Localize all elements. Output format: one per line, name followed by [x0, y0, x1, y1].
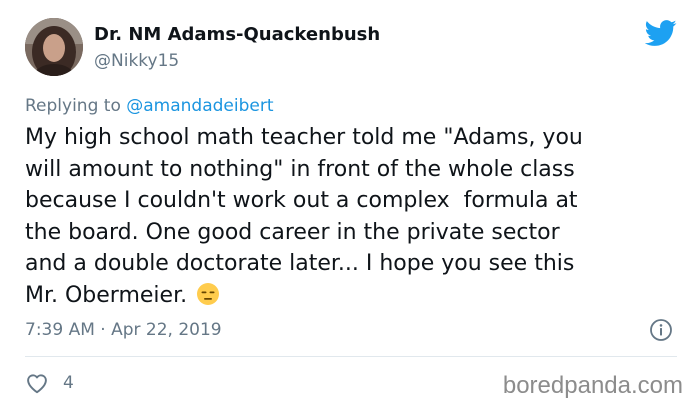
reply-mention-link[interactable]: @amandadeibert: [126, 96, 273, 116]
tweet-text-line: the board. One good career in the privat…: [25, 219, 560, 245]
tweet-text-line: and a double doctorate later... I hope y…: [25, 251, 575, 276]
twitter-bird-icon[interactable]: [644, 17, 677, 49]
replying-to-label: Replying to: [25, 96, 127, 116]
tweet-text-line: Mr. Obermeier.: [25, 282, 188, 308]
tweet-text: My high school math teacher told me "Ada…: [25, 122, 680, 311]
author-handle[interactable]: @Nikky15: [94, 50, 179, 72]
watermark: boredpanda.com: [502, 372, 683, 399]
avatar[interactable]: [25, 18, 83, 76]
tweet-text-line: My high school math teacher told me "Ada…: [25, 125, 583, 150]
replying-to-line: Replying to @amandadeibert: [25, 94, 274, 118]
tweet-text-line: will amount to nothing" in front of the …: [25, 156, 575, 182]
tweet-text-line-last: Mr. Obermeier.: [25, 280, 680, 312]
divider: [25, 356, 677, 357]
author-display-name[interactable]: Dr. NM Adams-Quackenbush: [94, 23, 380, 47]
info-icon[interactable]: [649, 318, 673, 342]
expressionless-face-emoji: [196, 282, 220, 306]
tweet-timestamp[interactable]: 7:39 AM · Apr 22, 2019: [25, 318, 222, 342]
tweet-text-line: because I couldn't work out a complex fo…: [25, 188, 578, 213]
heart-icon[interactable]: [24, 370, 50, 396]
like-count: 4: [63, 373, 74, 393]
